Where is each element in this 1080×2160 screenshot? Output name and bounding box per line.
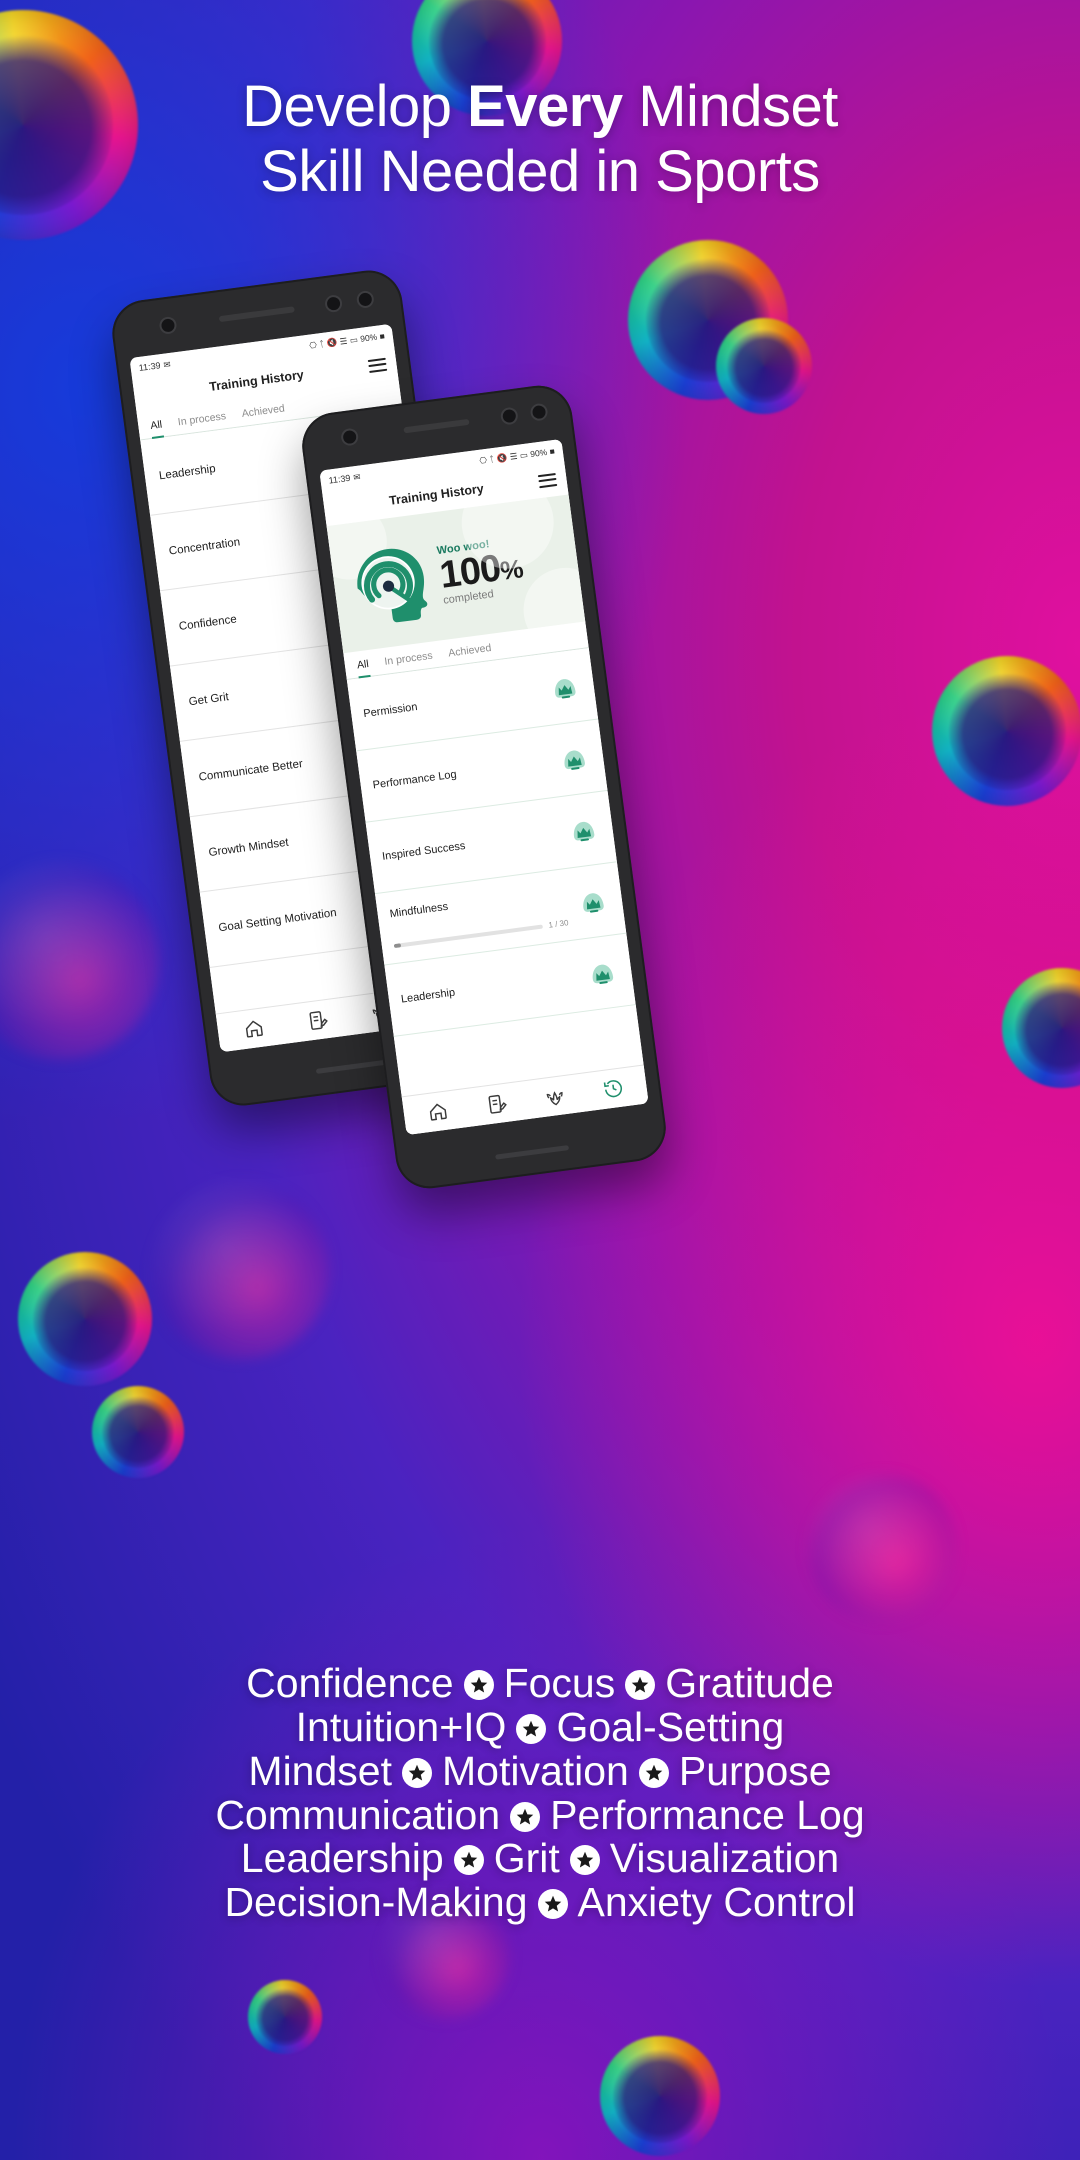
progress-count: 1 / 30 — [547, 918, 570, 930]
camera-icon — [502, 408, 517, 424]
list-item-label: Mindfulness — [389, 900, 449, 921]
sensor-icon — [531, 404, 547, 420]
message-icon: ✉ — [352, 471, 362, 483]
tab-all[interactable]: All — [356, 658, 370, 677]
star-badge-icon — [638, 1757, 669, 1788]
home-icon[interactable] — [425, 1100, 450, 1125]
star-badge-icon — [401, 1757, 432, 1788]
home-indicator — [495, 1145, 570, 1160]
keyword: Mindset — [248, 1747, 392, 1794]
camera-icon — [160, 318, 176, 333]
list-item-label: Get Grit — [188, 690, 230, 708]
keyword: Focus — [503, 1660, 616, 1706]
list-item-label: Permission — [362, 700, 419, 720]
wifi-icon: ☰ — [509, 450, 518, 462]
star-badge-icon — [625, 1670, 656, 1700]
keyword-line: Communication Performance Log — [34, 1791, 1046, 1838]
list-item-label: Communicate Better — [197, 757, 304, 784]
status-time: 11:39 — [138, 360, 162, 374]
keyword: Decision-Making — [224, 1879, 528, 1926]
star-badge-icon — [516, 1713, 547, 1744]
keyword: Grit — [493, 1835, 560, 1882]
battery-percent: 90% — [359, 331, 378, 344]
bluetooth-icon: ᛏ — [318, 338, 325, 350]
notes-icon[interactable] — [484, 1092, 509, 1117]
keyword-line: Intuition+IQ Goal-Setting — [34, 1703, 1046, 1750]
nfc-icon: ⎔ — [308, 339, 318, 351]
tab-all[interactable]: All — [150, 419, 164, 438]
list-item-label: Growth Mindset — [207, 836, 290, 859]
meditation-icon[interactable] — [542, 1084, 567, 1109]
bluetooth-icon: ᛏ — [488, 453, 495, 465]
star-badge-icon — [453, 1845, 484, 1876]
signal-icon: ▭ — [349, 334, 359, 346]
head-gauge-icon — [343, 534, 439, 630]
keyword: Purpose — [678, 1747, 832, 1794]
crown-icon — [583, 954, 621, 992]
list-item-label: Leadership — [400, 986, 456, 1006]
keyword: Leadership — [240, 1835, 444, 1882]
keyword-line: Leadership Grit Visualization — [34, 1837, 1046, 1881]
keyword: Gratitude — [665, 1660, 834, 1706]
crown-icon — [546, 668, 584, 706]
mute-icon: 🔇 — [496, 451, 508, 464]
keyword: Motivation — [441, 1747, 629, 1794]
mute-icon: 🔇 — [326, 336, 338, 349]
list-item-label: Concentration — [168, 535, 241, 558]
hamburger-menu-icon[interactable] — [537, 472, 558, 488]
keyword-list: Confidence Focus Gratitude Intuition+IQ Goa… — [0, 1660, 1080, 1926]
keyword: Anxiety Control — [577, 1879, 856, 1926]
status-time: 11:39 — [328, 472, 352, 486]
message-icon: ✉ — [162, 358, 172, 370]
list-item-label: Leadership — [158, 462, 217, 482]
list-item-label: Performance Log — [372, 768, 458, 791]
keyword: Performance Log — [550, 1791, 865, 1838]
battery-icon: ■ — [548, 445, 556, 457]
notes-icon[interactable] — [305, 1008, 330, 1033]
crown-icon — [574, 882, 612, 920]
crown-icon — [564, 811, 602, 849]
earpiece-speaker — [218, 306, 295, 323]
keyword-line: Mindset Motivation Purpose — [34, 1747, 1046, 1794]
list-item-label: Inspired Success — [381, 839, 467, 863]
star-badge-icon — [537, 1889, 568, 1920]
camera-icon — [342, 429, 357, 445]
crown-icon — [555, 739, 593, 777]
list-item-label: Goal Setting Motivation — [217, 906, 338, 934]
training-list-front[interactable]: Permission Performance Log Inspired Succ… — [346, 648, 644, 1097]
keyword-line: Decision-Making Anxiety Control — [34, 1879, 1046, 1926]
keyword: Communication — [215, 1791, 501, 1838]
battery-percent: 90% — [529, 446, 548, 460]
star-badge-icon — [463, 1670, 494, 1700]
keyword: Intuition+IQ — [295, 1703, 507, 1750]
hamburger-menu-icon[interactable] — [367, 357, 388, 373]
battery-icon: ■ — [378, 330, 386, 342]
star-badge-icon — [569, 1845, 600, 1876]
keyword-line: Confidence Focus Gratitude — [34, 1660, 1046, 1706]
keyword: Visualization — [609, 1835, 840, 1882]
camera-icon — [326, 296, 341, 311]
wifi-icon: ☰ — [339, 335, 348, 347]
earpiece-speaker — [403, 418, 470, 434]
keyword: Confidence — [246, 1660, 454, 1706]
star-badge-icon — [510, 1801, 541, 1832]
sensor-icon — [357, 292, 373, 307]
keyword: Goal-Setting — [556, 1703, 785, 1750]
nfc-icon: ⎔ — [478, 454, 488, 466]
home-icon[interactable] — [242, 1016, 267, 1041]
history-icon[interactable] — [601, 1076, 626, 1101]
list-item-label: Confidence — [178, 613, 238, 633]
progress-bar — [393, 924, 543, 948]
signal-icon: ▭ — [519, 449, 529, 461]
